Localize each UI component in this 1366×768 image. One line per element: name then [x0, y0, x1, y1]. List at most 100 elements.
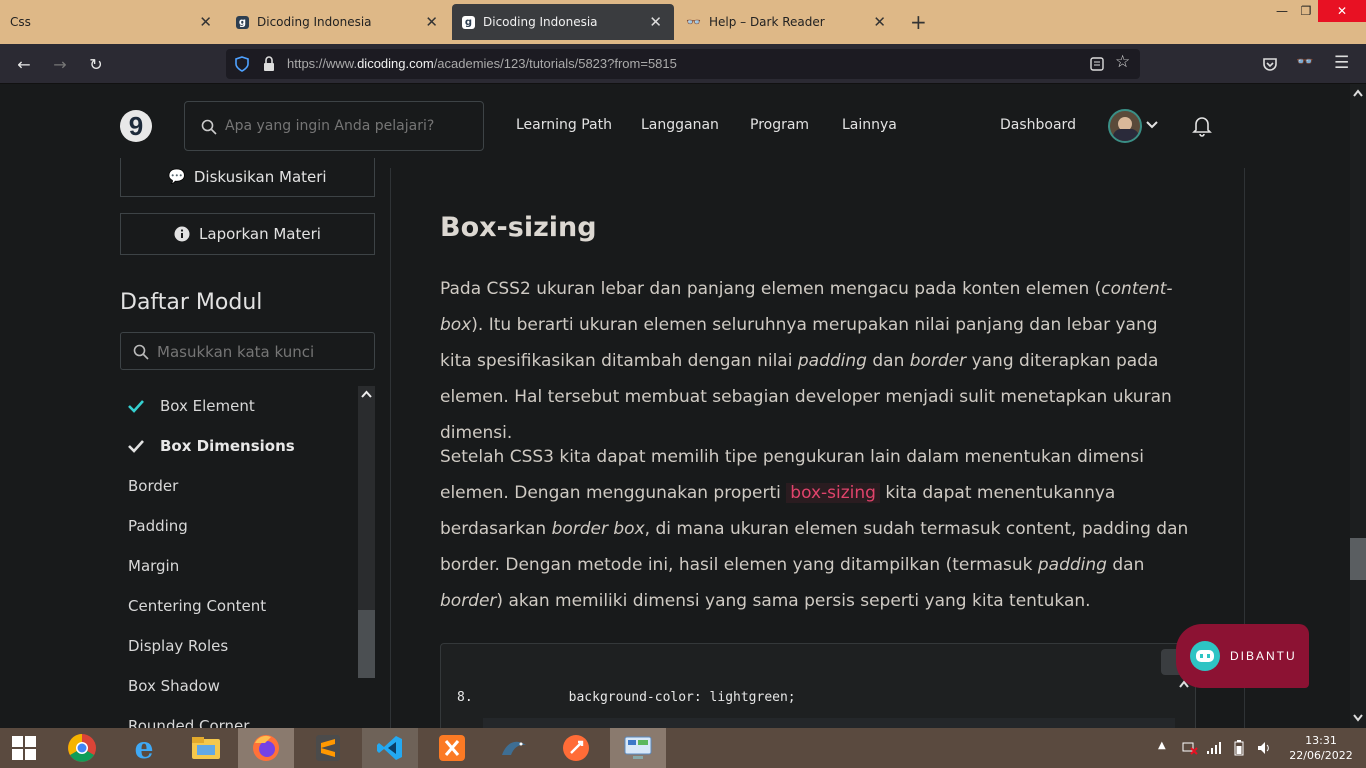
chevron-down-icon[interactable]: [1146, 120, 1158, 130]
address-bar[interactable]: https://www.dicoding.com/academies/123/t…: [226, 49, 1140, 79]
dicoding-logo[interactable]: 9: [120, 110, 152, 142]
windows-start-icon[interactable]: [0, 728, 48, 768]
chat-bubble-icon: 💬: [168, 169, 186, 185]
code-line: 8. background-color: lightgreen;: [457, 690, 796, 705]
search-input[interactable]: [225, 114, 465, 138]
line-number: 8.: [457, 690, 473, 705]
scrollbar-thumb[interactable]: [1350, 538, 1366, 580]
reload-icon[interactable]: ↻: [84, 52, 108, 76]
tab-title: Help – Dark Reader: [708, 15, 825, 29]
dark-reader-extension-icon[interactable]: 👓: [1296, 54, 1313, 70]
internet-explorer-icon[interactable]: e: [116, 728, 172, 768]
report-button[interactable]: Laporkan Materi: [120, 213, 375, 255]
module-search-input[interactable]: [157, 341, 357, 363]
file-explorer-icon[interactable]: [178, 728, 234, 768]
reader-view-icon[interactable]: [1090, 57, 1104, 71]
tab-dark-reader[interactable]: 👓 Help – Dark Reader ✕: [676, 0, 898, 44]
dark-reader-icon: 👓: [686, 15, 701, 29]
xampp-icon[interactable]: [424, 728, 480, 768]
shield-icon[interactable]: [234, 56, 250, 72]
module-item[interactable]: Box Shadow: [128, 673, 356, 699]
url-path: /academies/123/tutorials/5823?from=5815: [433, 56, 677, 71]
firefox-icon[interactable]: [238, 728, 294, 768]
sublime-text-icon[interactable]: [300, 728, 356, 768]
scrollbar-thumb[interactable]: [358, 610, 375, 678]
url-text[interactable]: https://www.dicoding.com/academies/123/t…: [287, 56, 677, 71]
mysql-workbench-icon[interactable]: [486, 728, 542, 768]
section-heading: Box-sizing: [440, 212, 597, 243]
tab-title: Dicoding Indonesia: [257, 15, 372, 29]
new-tab-icon[interactable]: +: [910, 10, 927, 34]
close-icon[interactable]: ✕: [199, 13, 212, 31]
report-label: Laporkan Materi: [199, 225, 321, 243]
discuss-label: Diskusikan Materi: [193, 168, 327, 186]
network-disconnected-icon[interactable]: [1182, 741, 1198, 755]
back-icon[interactable]: ←: [12, 52, 36, 76]
paragraph-1: Pada CSS2 ukuran lebar dan panjang eleme…: [440, 279, 1173, 443]
vscode-icon[interactable]: [362, 728, 418, 768]
module-list-scrollbar[interactable]: [358, 386, 375, 678]
bookmark-star-icon[interactable]: ☆: [1115, 52, 1130, 72]
battery-icon[interactable]: [1234, 740, 1244, 756]
wifi-signal-icon[interactable]: [1206, 741, 1222, 755]
module-list-title: Daftar Modul: [120, 290, 263, 315]
close-icon[interactable]: ✕: [649, 13, 662, 31]
tab-title: Dicoding Indonesia: [483, 15, 598, 29]
module-search[interactable]: [120, 332, 375, 370]
module-sidebar: 💬 Diskusikan Materi Laporkan Materi Daft…: [0, 158, 390, 728]
nav-langganan[interactable]: Langganan: [641, 117, 719, 133]
chrome-icon[interactable]: [54, 728, 110, 768]
close-icon[interactable]: ✕: [873, 13, 886, 31]
scroll-down-icon[interactable]: [1353, 714, 1363, 722]
notification-bell-icon[interactable]: [1192, 115, 1212, 137]
postman-icon[interactable]: [548, 728, 604, 768]
lock-icon[interactable]: [262, 56, 276, 72]
clock-time: 13:31: [1305, 734, 1337, 747]
dibantu-label: DIBANTU: [1230, 649, 1297, 663]
info-icon: [174, 226, 190, 242]
menu-hamburger-icon[interactable]: ☰: [1334, 53, 1349, 73]
discuss-button[interactable]: 💬 Diskusikan Materi: [120, 158, 375, 197]
scroll-up-icon[interactable]: [361, 390, 372, 398]
close-window-icon[interactable]: ✕: [1318, 0, 1366, 22]
show-hidden-icons[interactable]: ▲: [1158, 740, 1166, 751]
module-item-active[interactable]: Box Dimensions: [160, 433, 388, 459]
inline-code: box-sizing: [786, 483, 880, 503]
site-search[interactable]: [184, 101, 484, 151]
scroll-up-icon[interactable]: [1353, 89, 1363, 97]
module-item[interactable]: Box Element: [160, 393, 388, 419]
control-panel-icon[interactable]: [610, 728, 666, 768]
windows-taskbar: e ▲ 13:31 22/06/2022: [0, 728, 1366, 768]
article-content: Box-sizing Pada CSS2 ukuran lebar dan pa…: [390, 168, 1245, 744]
tab-css[interactable]: Css ✕: [0, 0, 224, 44]
site-header: 9 Learning Path Langganan Program Lainny…: [0, 84, 1350, 168]
tab-dicoding-1[interactable]: g Dicoding Indonesia ✕: [226, 0, 450, 44]
tab-dicoding-active[interactable]: g Dicoding Indonesia ✕: [452, 4, 674, 40]
check-icon: [128, 400, 144, 413]
line-code: background-color: lightgreen;: [568, 690, 796, 705]
module-item[interactable]: Border: [128, 473, 356, 499]
navigation-toolbar: ← → ↻ https://www.dicoding.com/academies…: [0, 44, 1366, 84]
nav-lainnya[interactable]: Lainnya: [842, 117, 897, 133]
dibantu-chat-button[interactable]: DIBANTU: [1176, 624, 1309, 688]
module-item[interactable]: Centering Content: [128, 593, 356, 619]
paragraph-2: Setelah CSS3 kita dapat memilih tipe pen…: [440, 447, 1189, 611]
page-scrollbar[interactable]: [1350, 84, 1366, 728]
dicoding-favicon-icon: g: [236, 15, 249, 29]
nav-dashboard[interactable]: Dashboard: [1000, 117, 1076, 133]
module-item[interactable]: Margin: [128, 553, 356, 579]
nav-program[interactable]: Program: [750, 117, 809, 133]
avatar[interactable]: [1108, 109, 1142, 143]
clock[interactable]: 13:31 22/06/2022: [1286, 733, 1356, 763]
module-item[interactable]: Display Roles: [128, 633, 356, 659]
forward-icon[interactable]: →: [48, 52, 72, 76]
pocket-icon[interactable]: [1262, 56, 1278, 72]
volume-icon[interactable]: [1256, 740, 1272, 756]
dicoding-favicon-icon: g: [462, 15, 475, 29]
nav-learning-path[interactable]: Learning Path: [516, 117, 612, 133]
tab-title: Css: [10, 15, 31, 29]
url-domain: dicoding.com: [357, 56, 434, 71]
module-item[interactable]: Rounded Corner: [128, 713, 356, 728]
module-item[interactable]: Padding: [128, 513, 356, 539]
close-icon[interactable]: ✕: [425, 13, 438, 31]
